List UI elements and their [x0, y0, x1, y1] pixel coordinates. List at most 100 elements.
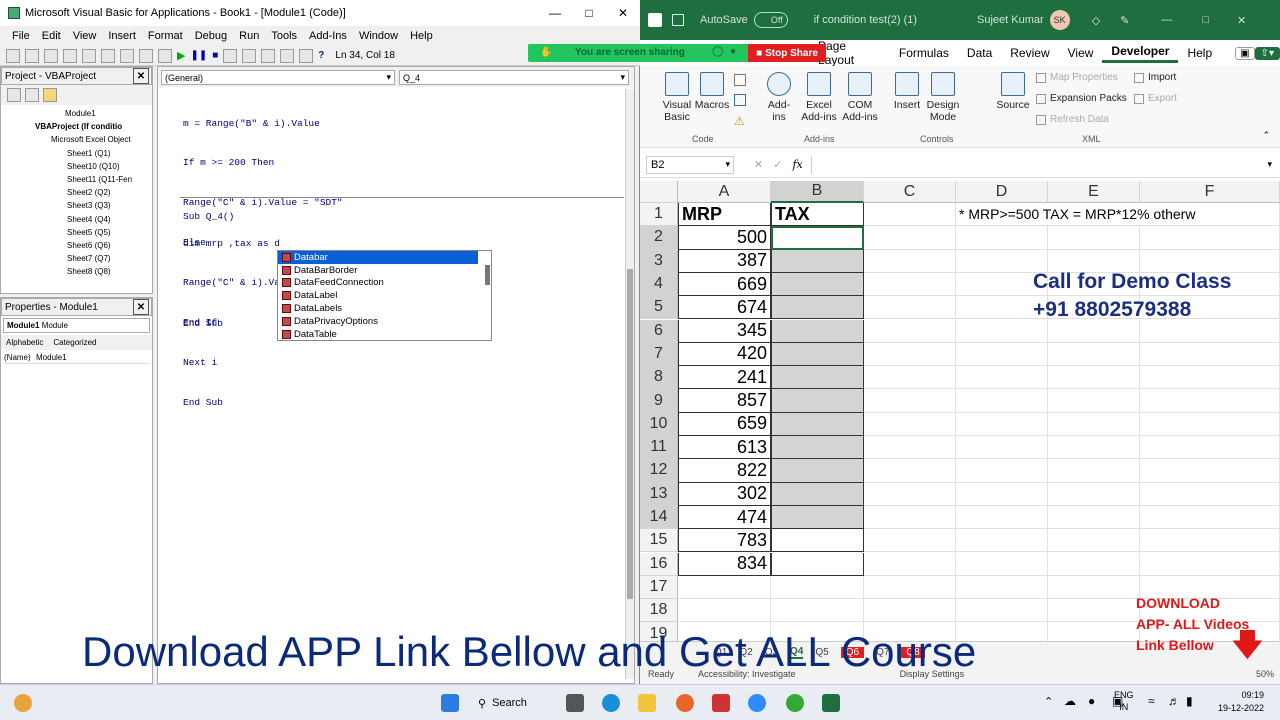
cell[interactable] [1048, 459, 1140, 483]
code-line[interactable]: Range("C" & i).Value = "SDT" [183, 196, 623, 209]
zoom-level[interactable]: 50% [1256, 669, 1274, 679]
comments-icon[interactable]: ▣ [1235, 46, 1255, 60]
cell[interactable] [956, 366, 1048, 390]
relative-refs-icon[interactable] [734, 94, 746, 106]
cell[interactable] [1140, 412, 1280, 436]
tax-cell[interactable] [771, 529, 864, 553]
mrp-cell[interactable]: 834 [678, 552, 771, 576]
chevron-down-icon[interactable]: ▾ [1267, 159, 1272, 170]
help-icon[interactable]: ? [318, 50, 324, 61]
cell[interactable] [864, 296, 956, 320]
record-macro-icon[interactable] [734, 74, 746, 86]
cell[interactable] [864, 436, 956, 460]
cell[interactable] [1048, 575, 1140, 600]
mrp-cell[interactable]: 474 [678, 505, 771, 530]
minimize-icon[interactable]: — [538, 0, 572, 26]
mrp-cell[interactable]: 420 [678, 342, 771, 367]
autocomplete-item-selected[interactable]: Databar [278, 251, 478, 264]
project-explorer-icon[interactable] [242, 48, 257, 63]
cell[interactable] [1048, 389, 1140, 413]
properties-icon[interactable] [261, 48, 276, 63]
cell[interactable] [864, 575, 956, 600]
formula-input[interactable] [810, 155, 1268, 174]
language-indicator[interactable]: ENG IN [1114, 689, 1134, 713]
volume-icon[interactable]: ♬ [1168, 694, 1180, 708]
save-icon[interactable] [44, 48, 58, 63]
menu-view[interactable]: View [67, 30, 103, 42]
tree-item[interactable]: Sheet3 (Q3) [5, 199, 152, 212]
chevron-up-icon[interactable]: ⌃ [1044, 695, 1053, 708]
row-header[interactable]: 8 [640, 366, 678, 390]
macro-security-icon[interactable]: ⚠ [734, 114, 745, 128]
save-icon[interactable] [672, 14, 684, 26]
row-header[interactable]: 12 [640, 459, 678, 483]
menu-addins[interactable]: Add-Ins [303, 30, 353, 42]
select-all-corner[interactable] [640, 181, 678, 203]
refresh-data-button[interactable]: Refresh Data [1036, 114, 1109, 125]
row-header[interactable]: 18 [640, 599, 678, 623]
tab-alphabetic[interactable]: Alphabetic [6, 338, 43, 347]
cell[interactable] [678, 575, 771, 600]
cell[interactable] [956, 505, 1048, 530]
row-header[interactable]: 16 [640, 552, 678, 576]
mrp-cell[interactable]: 345 [678, 319, 771, 343]
cell[interactable] [864, 599, 956, 623]
autocomplete-item[interactable]: DataBarBorder [278, 264, 491, 277]
tax-cell-selected[interactable] [771, 249, 864, 273]
taskbar-search[interactable]: ⚲ Search [478, 691, 550, 715]
cell[interactable] [1140, 459, 1280, 483]
cell[interactable] [864, 552, 956, 576]
tax-cell-selected[interactable] [771, 366, 864, 390]
close-icon[interactable]: ✕ [1237, 14, 1246, 27]
mrp-cell[interactable]: 783 [678, 529, 771, 553]
cell[interactable] [864, 389, 956, 413]
mrp-cell[interactable]: 659 [678, 412, 771, 436]
cell[interactable] [864, 529, 956, 553]
tax-cell-selected[interactable] [771, 505, 864, 530]
cell[interactable] [864, 203, 956, 227]
row-header[interactable]: 4 [640, 272, 678, 297]
mrp-cell[interactable]: 822 [678, 459, 771, 483]
cell[interactable] [864, 342, 956, 367]
code-line[interactable]: End Sub [183, 396, 623, 409]
cell[interactable] [771, 599, 864, 623]
diamond-icon[interactable]: ◇ [1092, 14, 1100, 27]
mrp-cell[interactable]: 302 [678, 482, 771, 506]
vertical-scrollbar[interactable] [625, 89, 634, 679]
insert-module-icon[interactable] [25, 48, 39, 63]
tab-help[interactable]: Help [1178, 46, 1221, 60]
cell[interactable] [1140, 342, 1280, 367]
tab-developer[interactable]: Developer [1102, 44, 1179, 63]
cell[interactable] [1140, 505, 1280, 530]
pen-icon[interactable]: ✎ [1120, 14, 1129, 27]
tax-cell-selected[interactable] [771, 412, 864, 436]
cancel-icon[interactable]: ✕ [754, 158, 763, 171]
cell[interactable] [864, 226, 956, 250]
procedure-dropdown[interactable]: Q_4 ▾ [399, 70, 629, 85]
cell[interactable] [1048, 505, 1140, 530]
tree-item[interactable]: Sheet8 (Q8) [5, 265, 152, 278]
toolbox-icon[interactable] [299, 48, 314, 63]
autocomplete-item[interactable]: DataFeedConnection [278, 277, 491, 290]
tree-item[interactable]: Sheet6 (Q6) [5, 239, 152, 252]
excel-icon[interactable] [822, 694, 840, 712]
cell[interactable] [864, 482, 956, 506]
pause-share-icon[interactable]: ◯ [712, 46, 723, 57]
minimize-icon[interactable]: — [1161, 14, 1172, 26]
weather-icon[interactable] [14, 694, 32, 712]
tab-view[interactable]: View [1059, 46, 1103, 60]
tab-data[interactable]: Data [958, 46, 1001, 60]
header-cell-tax[interactable]: TAX [771, 203, 864, 227]
toggle-folders-icon[interactable] [43, 88, 57, 102]
menu-help[interactable]: Help [404, 30, 439, 42]
tree-item[interactable]: Sheet5 (Q5) [5, 226, 152, 239]
design-mode-icon[interactable] [223, 48, 238, 63]
cell[interactable] [956, 342, 1048, 367]
autocomplete-item[interactable]: DataPrivacyOptions [278, 315, 491, 328]
cell[interactable] [956, 389, 1048, 413]
menu-debug[interactable]: Debug [189, 30, 233, 42]
find-icon[interactable] [120, 48, 134, 63]
cell[interactable] [1048, 529, 1140, 553]
row-header[interactable]: 15 [640, 529, 678, 553]
tab-categorized[interactable]: Categorized [53, 338, 96, 347]
